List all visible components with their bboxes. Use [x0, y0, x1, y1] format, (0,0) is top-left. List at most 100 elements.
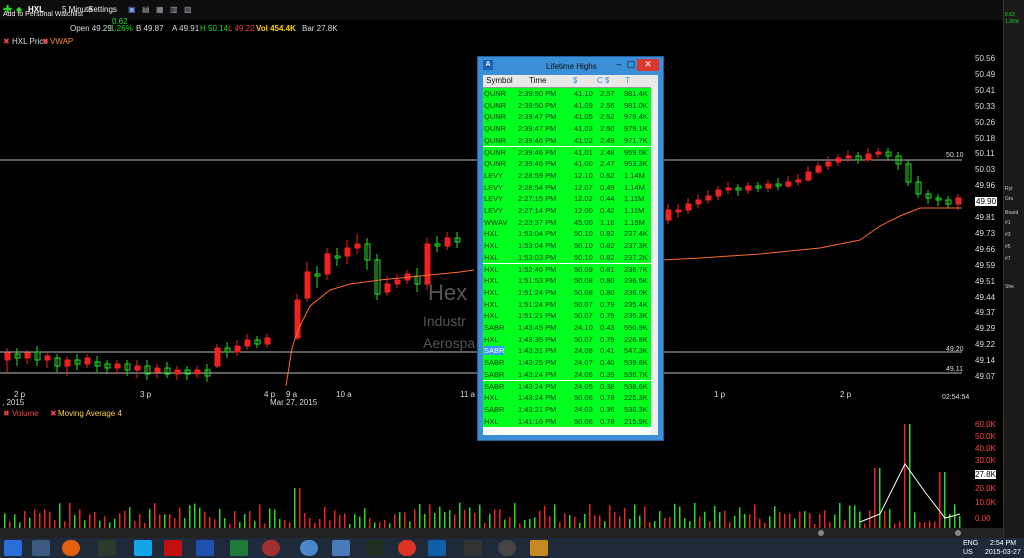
start-icon[interactable] [4, 540, 22, 556]
table-row[interactable]: HXL 1:53:03 PM 50.10 0.82 237.2K [483, 251, 651, 264]
table-row[interactable]: QUNR 2:39:46 PM 41.01 2.48 959.0K [483, 146, 651, 159]
table-row[interactable]: HXL 1:43:35 PM 50.07 0.79 226.8K [483, 333, 651, 346]
table-row[interactable]: QUNR 2:39:50 PM 41.10 2.57 981.4K [483, 88, 651, 100]
legend-remove-vwap-icon[interactable]: ✖ [42, 37, 49, 46]
layout-icon[interactable]: ▦ [156, 5, 164, 14]
col-symbol[interactable]: Symbol [486, 76, 513, 85]
cell-chg: 0.44 [600, 194, 615, 204]
col-price[interactable]: $ [573, 76, 577, 85]
table-row[interactable]: HXL 1:43:24 PM 50.06 0.78 225.3K [483, 392, 651, 404]
right-panel-item[interactable]: #5 [1005, 244, 1023, 250]
minimize-button[interactable]: – [613, 59, 625, 71]
cell-vol: 547.3K [624, 346, 648, 356]
table-row[interactable]: SABR 1:43:45 PM 24.10 0.43 550.9K [483, 322, 651, 334]
app-icon-red[interactable] [262, 540, 280, 556]
acrobat-icon[interactable] [164, 540, 182, 556]
word-icon[interactable] [196, 540, 214, 556]
volume-bar [84, 520, 86, 528]
help-icon[interactable]: ▧ [184, 5, 192, 14]
language-label[interactable]: ENG [963, 540, 978, 547]
table-row[interactable]: QUNR 2:39:50 PM 41.09 2.56 981.0K [483, 99, 651, 112]
table-row[interactable]: LEVY 2:28:54 PM 12.07 0.49 1.14M [483, 181, 651, 194]
table-scrollbar[interactable] [651, 87, 658, 435]
right-panel-item[interactable]: Gru [1005, 196, 1023, 202]
table-row[interactable]: HXL 1:52:46 PM 50.09 0.81 236.7K [483, 263, 651, 276]
table-row[interactable]: HXL 1:51:24 PM 50.08 0.80 236.0K [483, 286, 651, 299]
cell-chg: 0.78 [600, 416, 615, 426]
app-icon-blue[interactable] [300, 540, 318, 556]
table-row[interactable]: SABR 1:43:24 PM 24.06 0.39 538.7K [483, 368, 651, 381]
legend-remove-icon[interactable]: ✖ [3, 37, 10, 46]
legend-ma[interactable]: Moving Average 4 [58, 409, 122, 418]
legend-vwap[interactable]: VWAP [50, 37, 73, 46]
table-row[interactable]: SABR 1:43:25 PM 24.07 0.40 539.8K [483, 357, 651, 369]
lifetime-highs-window[interactable]: A Lifetime Highs – ▢ ✕ Symbol Time $ C $… [477, 56, 664, 441]
table-row[interactable]: LEVY 2:27:15 PM 12.02 0.44 1.11M [483, 193, 651, 205]
app-icon-dark[interactable] [464, 540, 482, 556]
table-row[interactable]: QUNR 2:39:46 PM 41.00 2.47 953.3K [483, 158, 651, 170]
table-row[interactable]: HXL 1:51:24 PM 50.07 0.79 235.4K [483, 298, 651, 311]
table-row[interactable]: QUNR 2:39:46 PM 41.02 2.49 971.7K [483, 134, 651, 147]
col-change[interactable]: C [597, 76, 603, 85]
add-watchlist-link[interactable]: Add to Personal Watchlist [3, 11, 83, 18]
clock-time[interactable]: 2:54 PM [990, 540, 1016, 547]
right-panel-item[interactable]: #7 [1005, 256, 1023, 262]
print-icon[interactable]: ▤ [142, 5, 150, 14]
cell-time: 1:43:24 PM [518, 381, 557, 391]
window-icon[interactable]: ▥ [170, 5, 178, 14]
cell-sym: LEVY [484, 194, 504, 204]
chart-app-icon[interactable] [366, 540, 384, 556]
legend-volume[interactable]: Volume [12, 409, 39, 418]
col-volume[interactable]: T [625, 76, 630, 85]
volume-bar [369, 518, 371, 528]
right-panel-item[interactable]: Ryt [1005, 186, 1023, 192]
excel-icon[interactable] [230, 540, 248, 556]
skype-icon[interactable] [134, 540, 152, 556]
firefox-icon[interactable] [62, 540, 80, 556]
volume-bar [659, 511, 661, 528]
app-icon-window[interactable] [332, 540, 350, 556]
table-row[interactable]: SABR 1:43:31 PM 24.08 0.41 547.3K [483, 345, 651, 358]
table-row[interactable]: HXL 1:53:04 PM 50.10 0.82 237.3K [483, 240, 651, 252]
table-row[interactable]: WWAV 2:23:37 PM 45.00 1.18 1.19M [483, 216, 651, 229]
table-row[interactable]: HXL 1:53:04 PM 50.10 0.82 237.4K [483, 228, 651, 241]
legend-remove-ma-icon[interactable]: ✖ [50, 409, 57, 418]
volume-bar [834, 514, 836, 528]
app-icon-gray[interactable] [498, 540, 516, 556]
results-table[interactable]: Symbol Time $ C $ T QUNR 2:39:50 PM 41.10 2… [483, 75, 658, 435]
table-row[interactable]: SABR 1:43:21 PM 24.03 0.36 538.3K [483, 403, 651, 416]
scroll-thumb-right[interactable] [955, 530, 961, 536]
right-panel-item[interactable]: She [1005, 284, 1023, 290]
close-button[interactable]: ✕ [637, 59, 659, 71]
table-row[interactable]: LEVY 2:27:14 PM 12.00 0.42 1.11M [483, 205, 651, 217]
table-row[interactable]: LEVY 2:28:59 PM 12.10 0.52 1.14M [483, 169, 651, 182]
table-row[interactable]: HXL 1:41:16 PM 50.06 0.78 215.9K [483, 415, 651, 428]
table-row[interactable]: QUNR 2:39:47 PM 41.03 2.50 979.1K [483, 123, 651, 135]
right-panel-item[interactable]: Board [1005, 210, 1023, 216]
save-icon[interactable]: ▣ [128, 5, 136, 14]
settings-button[interactable]: Settings [88, 5, 117, 14]
col-time[interactable]: Time [529, 76, 546, 85]
volume-bar [614, 512, 616, 528]
volume-bar [624, 507, 626, 528]
scroll-thumb-left[interactable] [818, 530, 824, 536]
col-change-dollar[interactable]: $ [605, 76, 609, 85]
table-row[interactable]: HXL 1:51:53 PM 50.08 0.80 236.6K [483, 275, 651, 287]
iq-icon[interactable] [98, 540, 116, 556]
right-panel-item[interactable]: #3 [1005, 232, 1023, 238]
clock-date[interactable]: 2015-03-27 [985, 549, 1021, 556]
table-row[interactable]: HXL 1:51:21 PM 50.07 0.79 235.3K [483, 310, 651, 322]
app-icon-orange[interactable] [530, 540, 548, 556]
ti-icon[interactable] [428, 540, 446, 556]
legend-remove-volume-icon[interactable]: ✖ [3, 409, 10, 418]
maximize-button[interactable]: ▢ [626, 59, 636, 71]
chart-scrollbar[interactable] [0, 528, 1003, 538]
volume-bar [139, 514, 141, 528]
right-panel-item[interactable]: #1 [1005, 220, 1023, 226]
table-row[interactable]: QUNR 2:39:47 PM 41.05 2.52 979.4K [483, 111, 651, 124]
explorer-icon[interactable] [32, 540, 50, 556]
table-row[interactable]: SABR 1:43:24 PM 24.05 0.38 538.6K [483, 380, 651, 393]
volume-bar [899, 521, 901, 528]
window-titlebar[interactable]: A Lifetime Highs – ▢ ✕ [478, 57, 663, 75]
chrome-icon[interactable] [398, 540, 416, 556]
